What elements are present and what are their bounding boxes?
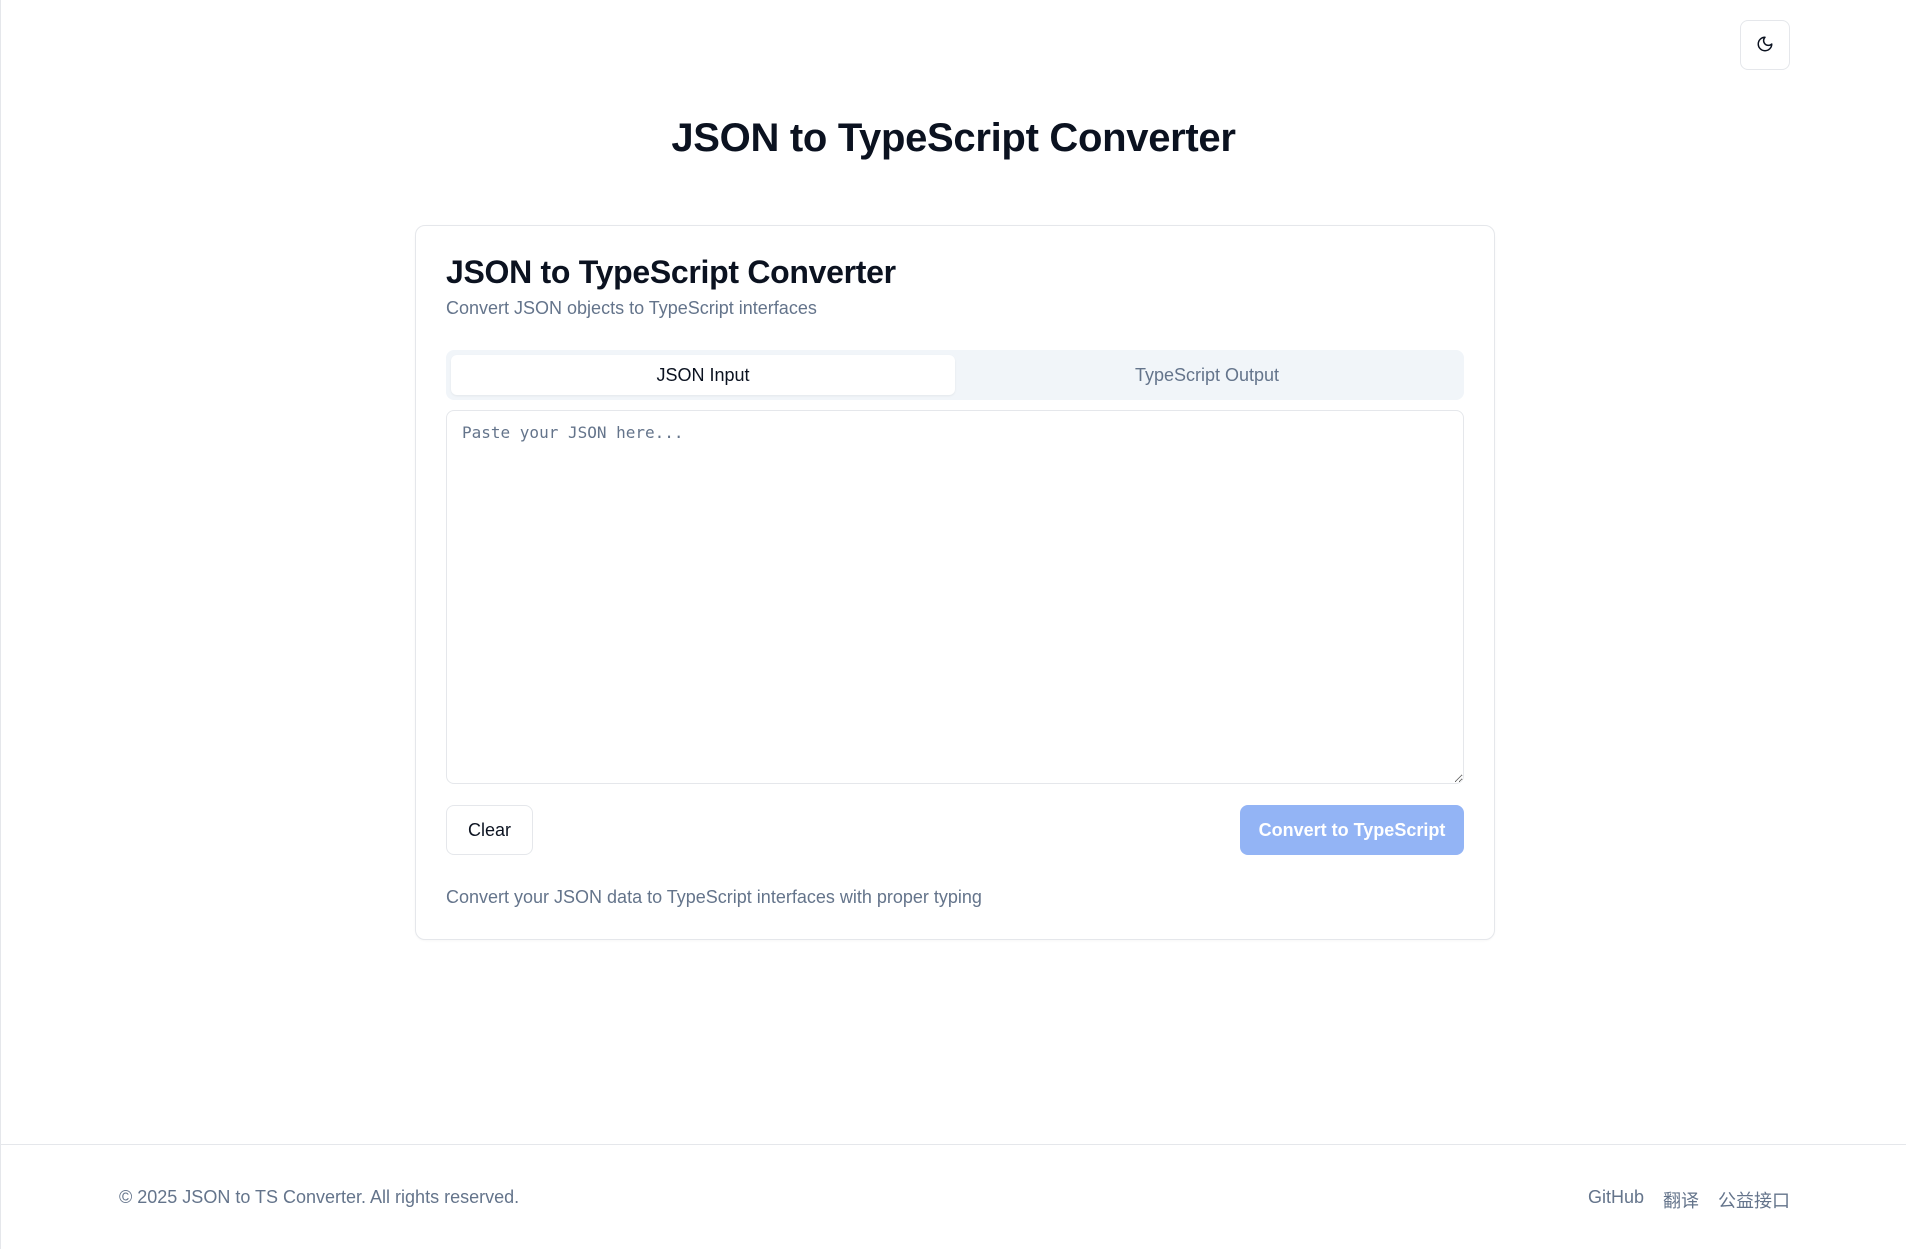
page-title: JSON to TypeScript Converter [671, 116, 1236, 160]
footer: © 2025 JSON to TS Converter. All rights … [1, 1144, 1906, 1249]
footer-link-translate[interactable]: 翻译 [1663, 1187, 1699, 1213]
tab-list: JSON Input TypeScript Output [446, 350, 1464, 400]
card-subtitle: Convert JSON objects to TypeScript inter… [446, 298, 817, 318]
footer-link-github[interactable]: GitHub [1588, 1187, 1644, 1213]
converter-card: JSON to TypeScript Converter Convert JSO… [415, 225, 1495, 940]
json-input[interactable] [446, 410, 1464, 784]
tab-json-input[interactable]: JSON Input [451, 355, 955, 395]
helper-text: Convert your JSON data to TypeScript int… [446, 887, 982, 907]
tab-typescript-output[interactable]: TypeScript Output [955, 355, 1459, 395]
card-title: JSON to TypeScript Converter [446, 254, 896, 290]
clear-button[interactable]: Clear [446, 805, 533, 855]
footer-links: GitHub 翻译 公益接口 [1588, 1187, 1790, 1213]
convert-button[interactable]: Convert to TypeScript [1240, 805, 1464, 855]
theme-toggle-button[interactable] [1740, 20, 1790, 70]
copyright-text: © 2025 JSON to TS Converter. All rights … [119, 1187, 520, 1207]
moon-icon [1756, 35, 1774, 56]
page: JSON to TypeScript Converter JSON to Typ… [0, 0, 1906, 1249]
footer-link-public-api[interactable]: 公益接口 [1718, 1187, 1790, 1213]
